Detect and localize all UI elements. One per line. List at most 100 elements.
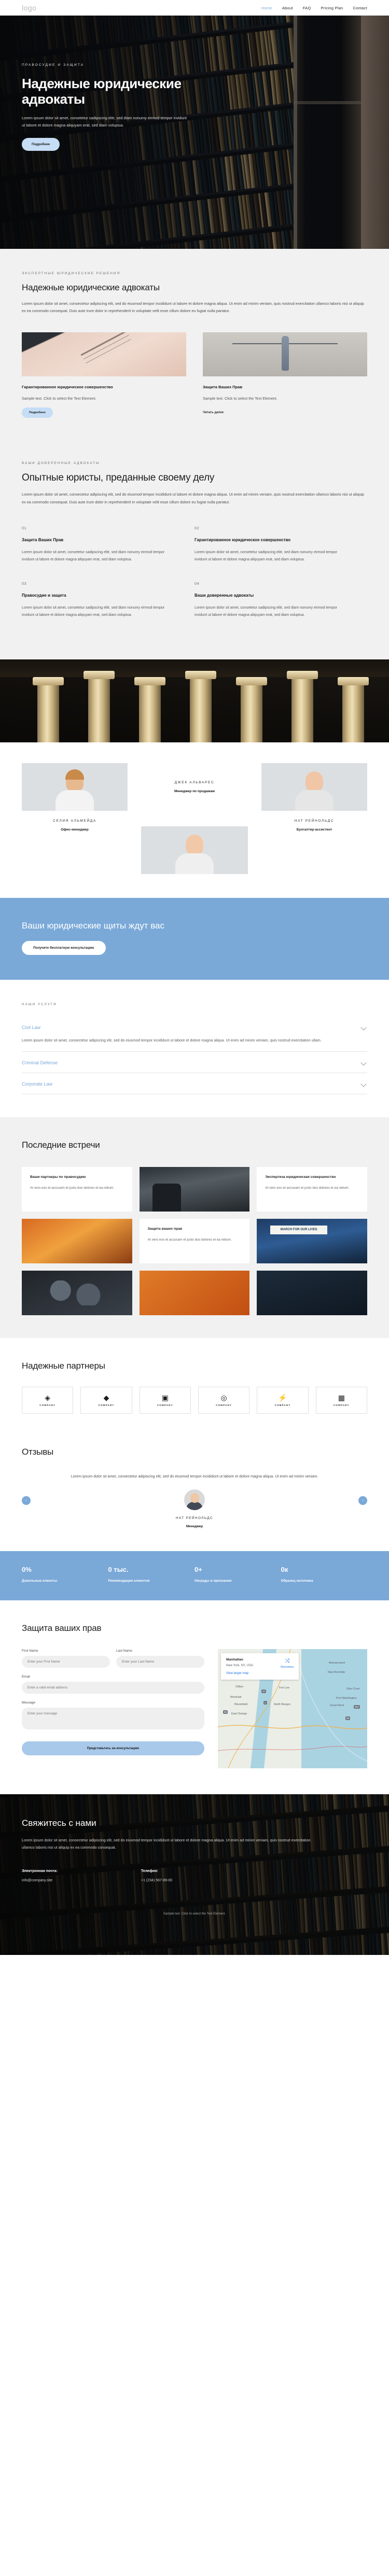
expert-card-1-text: Sample text. Click to select the Text El… (22, 396, 186, 401)
expert-card-2-text: Sample text. Click to select the Text El… (203, 396, 367, 401)
expert-card-2-title: Защита Ваших Прав (203, 385, 367, 389)
expert-card-2-button[interactable]: Читать далее (203, 407, 224, 418)
cta-consultation-button[interactable]: Получите бесплатную консультацию (22, 941, 106, 955)
last-name-input[interactable] (116, 1656, 204, 1668)
trusted-features-grid: 01 Защита Ваших Прав Lorem ipsum dolor s… (22, 526, 367, 637)
stat-value: 0к (281, 1566, 368, 1573)
footer-email-heading: Электронная почта: (22, 1869, 120, 1875)
chevron-down-icon[interactable] (360, 1081, 366, 1087)
map-info-card: Manhattan New York, NY, USA View larger … (221, 1653, 299, 1680)
stat-item: 0 тыс. Рекомендации клиентов (108, 1566, 195, 1583)
partner-name: COMPANY (334, 1404, 350, 1406)
message-textarea[interactable] (22, 1708, 204, 1729)
testimonials-section: Отзывы ‹ Lorem ipsum dolor sit amet, con… (0, 1437, 389, 1551)
chevron-down-icon[interactable] (360, 1024, 366, 1030)
feature-number: 03 (22, 581, 171, 586)
logo[interactable]: logo (22, 4, 36, 12)
carousel-next-icon[interactable]: › (358, 1496, 367, 1505)
partner-logo[interactable]: ▦ COMPANY (316, 1387, 367, 1414)
gallery-tile-title: Защита ваших прав (148, 1227, 242, 1232)
feature-text: Lorem ipsum dolor sit amet, consetetur s… (22, 549, 171, 563)
footer-contact-columns: Электронная почта: info@company.site Тел… (22, 1869, 367, 1883)
gallery-image-orange (140, 1271, 250, 1315)
email-field[interactable] (22, 1682, 204, 1694)
stat-item: 0+ Награды и признания (195, 1566, 281, 1583)
partner-logo[interactable]: ◎ COMPANY (198, 1387, 249, 1414)
footer-email-value[interactable]: info@company.site (22, 1879, 120, 1882)
nav-item-about[interactable]: About (282, 6, 293, 10)
expert-title: Надежные юридические адвокаты (22, 283, 367, 293)
expert-card-1-title: Гарантированное юридическое совершенство (22, 385, 186, 389)
first-name-input[interactable] (22, 1656, 110, 1668)
gallery-text-tile: Защита ваших прав At vero eos et accusam… (140, 1219, 250, 1263)
nav-item-contact[interactable]: Contact (353, 6, 367, 10)
stat-label: Награды и признания (195, 1579, 281, 1583)
accordion-item-corporate-law[interactable]: Corporate Law (22, 1073, 367, 1094)
gallery-image-march: MARCH FOR OUR LIVES (257, 1219, 367, 1263)
hero-cta-button[interactable]: Подробнее (22, 138, 60, 151)
testimonials-title: Отзывы (22, 1447, 367, 1457)
message-group: Message (22, 1701, 204, 1732)
chevron-down-icon[interactable] (360, 1060, 366, 1065)
team-member-name: НАТ РЕЙНОЛЬДС (261, 819, 367, 823)
partner-logo[interactable]: ▣ COMPANY (140, 1387, 191, 1414)
gallery-tile-text: At vero eos et accusam et justo duo dolo… (30, 1185, 124, 1191)
hero-title-line1: Надежные юридические (22, 76, 182, 91)
hero-section: ПРАВОСУДИЕ И ЗАЩИТА Надежные юридические… (0, 16, 389, 249)
partner-logo[interactable]: ⚡ COMPANY (257, 1387, 308, 1414)
site-footer: Свяжитесь с нами Lorem ipsum dolor sit a… (0, 1794, 389, 1955)
main-nav: Home About FAQ Pricing Plan Contact (261, 6, 367, 10)
expert-card-2: Защита Ваших Прав Sample text. Click to … (203, 332, 367, 418)
stat-value: 0% (22, 1566, 108, 1573)
feature-item: 01 Защита Ваших Прав Lorem ipsum dolor s… (22, 526, 195, 564)
feature-number: 01 (22, 526, 171, 530)
nav-item-faq[interactable]: FAQ (303, 6, 311, 10)
protest-sign-text: MARCH FOR OUR LIVES (270, 1226, 328, 1234)
team-member-photo (22, 763, 128, 811)
feature-title: Защита Ваших Прав (22, 537, 171, 543)
gallery-tile-title: Ваши партнеры по правосудию (30, 1175, 124, 1180)
gallery-grid: Ваши партнеры по правосудию At vero eos … (22, 1167, 367, 1315)
services-kicker: НАШИ УСЛУГИ (22, 1003, 367, 1006)
footer-paragraph: Lorem ipsum dolor sit amet, consectetur … (22, 1837, 312, 1851)
partner-logo[interactable]: ◆ COMPANY (80, 1387, 132, 1414)
services-accordion: Civil Law Lorem ipsum dolor sit amet, co… (22, 1017, 367, 1094)
expert-card-1-button[interactable]: Подробнее (22, 407, 53, 418)
services-section: НАШИ УСЛУГИ Civil Law Lorem ipsum dolor … (0, 980, 389, 1117)
map-embed[interactable]: Mamaroneck New Rochelle Glen Cove Clifton Fo… (218, 1649, 367, 1768)
nav-item-pricing-plan[interactable]: Pricing Plan (321, 6, 343, 10)
diamond-icon: ◆ (104, 1394, 109, 1401)
feature-text: Lorem ipsum dolor sit amet, consetetur s… (195, 604, 343, 618)
feature-number: 02 (195, 526, 343, 530)
feature-title: Гарантированное юридическое совершенство (195, 537, 343, 543)
team-member-role: Менеджер по продажам (141, 790, 248, 793)
team-member-role: Офис-менеджер (22, 828, 128, 832)
gallery-tile-text: At vero eos et accusam et justo duo dolo… (265, 1185, 359, 1191)
partners-title: Надежные партнеры (22, 1361, 367, 1371)
feature-item: 04 Ваши доверенные адвокаты Lorem ipsum … (195, 581, 367, 619)
accordion-title: Corporate Law (22, 1081, 52, 1087)
footer-phone-heading: Телефон: (141, 1869, 240, 1875)
gallery-text-tile: Экспертиза юридическая совершенство At v… (257, 1167, 367, 1212)
feature-number: 04 (195, 581, 343, 586)
feature-text: Lorem ipsum dolor sit amet, consetetur s… (195, 549, 343, 563)
testimonial-quote: Lorem ipsum dolor sit amet, consectetur … (40, 1473, 349, 1480)
partner-logo[interactable]: ◈ COMPANY (22, 1387, 73, 1414)
carousel-prev-icon[interactable]: ‹ (22, 1496, 31, 1505)
expert-paragraph: Lorem ipsum dolor sit amet, consectetur … (22, 300, 367, 315)
accordion-item-criminal-defense[interactable]: Criminal Defense (22, 1052, 367, 1073)
accordion-title: Criminal Defense (22, 1060, 58, 1065)
submit-button[interactable]: Представьтесь на консультацию (22, 1741, 204, 1755)
accordion-item-civil-law[interactable]: Civil Law Lorem ipsum dolor sit amet, co… (22, 1017, 367, 1052)
footer-title: Свяжитесь с нами (22, 1818, 367, 1828)
gallery-text-tile: Ваши партнеры по правосудию At vero eos … (22, 1167, 132, 1212)
map-directions[interactable]: ⤨ Directions (281, 1658, 294, 1669)
map-larger-link[interactable]: View larger map (226, 1672, 294, 1675)
justice-scales-image (203, 332, 367, 376)
gallery-image-police (140, 1167, 250, 1212)
directions-label: Directions (281, 1666, 294, 1669)
footer-email-column: Электронная почта: info@company.site (22, 1869, 120, 1883)
footer-phone-value[interactable]: +1 (234) 567-89-00 (141, 1879, 240, 1882)
nav-item-home[interactable]: Home (261, 6, 272, 10)
team-member-photo (261, 763, 367, 811)
